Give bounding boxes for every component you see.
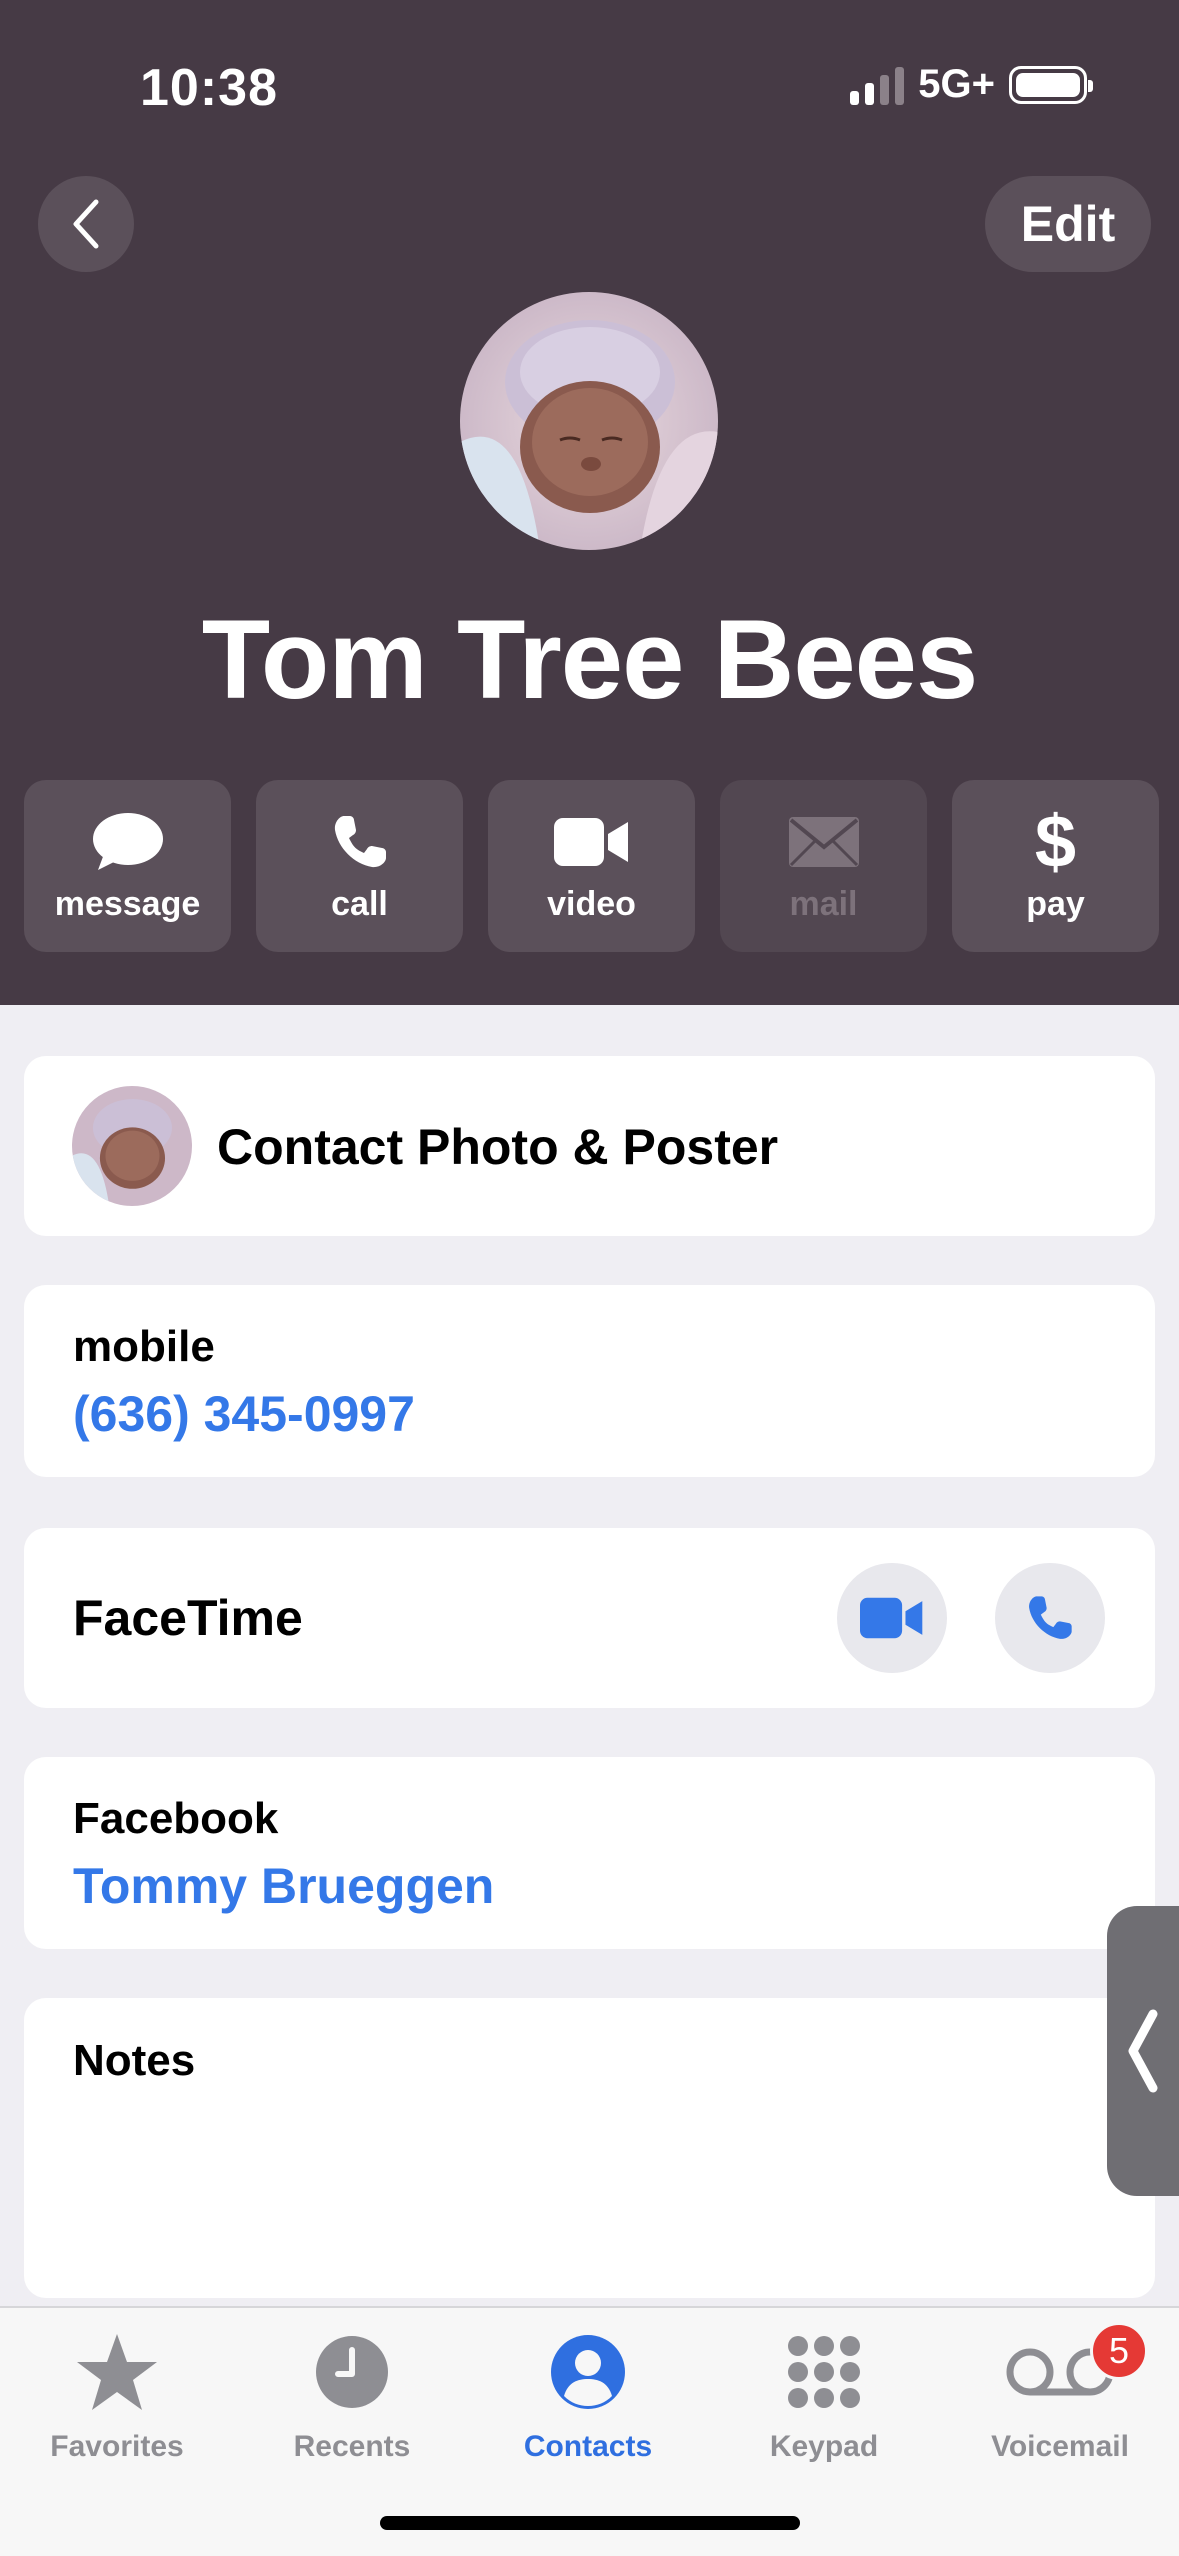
contact-avatar[interactable] (460, 292, 718, 550)
network-type: 5G+ (918, 62, 995, 106)
call-label: call (331, 884, 388, 923)
tab-favorites-label: Favorites (50, 2430, 184, 2463)
poster-thumbnail (72, 1086, 192, 1206)
facebook-profile-link[interactable]: Tommy Brueggen (73, 1857, 494, 1915)
video-camera-icon (860, 1597, 923, 1639)
message-button[interactable]: message (24, 780, 231, 952)
phone-icon (1029, 1596, 1072, 1639)
phone-type-label: mobile (73, 1322, 215, 1371)
video-label: video (547, 884, 636, 923)
contact-name: Tom Tree Bees (201, 597, 978, 722)
tab-keypad-label: Keypad (769, 2430, 879, 2463)
facebook-row[interactable]: Facebook Tommy Brueggen (24, 1757, 1155, 1949)
poster-label: Contact Photo & Poster (217, 1119, 779, 1175)
tab-contacts-label: Contacts (523, 2430, 653, 2463)
phone-icon (334, 815, 386, 867)
status-time: 10:38 (140, 59, 278, 117)
keypad-icon (788, 2336, 860, 2408)
cellular-signal-icon (850, 65, 905, 105)
video-button[interactable]: video (488, 780, 695, 952)
pay-button[interactable]: $ pay (952, 780, 1159, 952)
tab-voicemail-label: Voicemail (991, 2430, 1129, 2463)
facetime-audio-button[interactable] (995, 1563, 1105, 1673)
quick-actions: message call video mail $ pay (24, 780, 1159, 952)
message-label: message (54, 884, 201, 923)
phone-number-row[interactable]: mobile (636) 345-0997 (24, 1285, 1155, 1477)
back-button[interactable] (38, 176, 134, 272)
tab-favorites[interactable]: Favorites (17, 2332, 217, 2464)
edit-button[interactable]: Edit (985, 176, 1151, 272)
facetime-row: FaceTime (24, 1528, 1155, 1708)
video-camera-icon (553, 817, 628, 866)
facetime-label: FaceTime (73, 1590, 303, 1646)
chevron-left-icon (1128, 2009, 1158, 2093)
phone-number[interactable]: (636) 345-0997 (73, 1385, 415, 1443)
notes-label: Notes (73, 2036, 196, 2085)
tab-contacts[interactable]: Contacts (488, 2332, 688, 2464)
tab-recents[interactable]: Recents (252, 2332, 452, 2464)
tab-recents-label: Recents (293, 2430, 411, 2463)
facetime-video-button[interactable] (837, 1563, 947, 1673)
clock-icon (316, 2336, 388, 2408)
facebook-label: Facebook (73, 1794, 279, 1843)
battery-icon (1009, 65, 1093, 104)
tab-keypad[interactable]: Keypad (724, 2332, 924, 2464)
contact-header: 10:38 5G+ Edit Tom Tree Bees message cal… (0, 0, 1179, 1005)
star-icon (77, 2334, 157, 2410)
message-bubble-icon (92, 812, 163, 870)
chevron-left-icon (73, 199, 99, 249)
status-indicators: 5G+ (850, 62, 1093, 107)
dollar-icon: $ (1034, 799, 1077, 883)
envelope-icon (788, 816, 859, 867)
home-indicator[interactable] (380, 2516, 800, 2530)
mail-label: mail (789, 884, 858, 923)
contact-photo-poster-row[interactable]: Contact Photo & Poster (24, 1056, 1155, 1236)
call-button[interactable]: call (256, 780, 463, 952)
mail-button[interactable]: mail (720, 780, 927, 952)
tab-voicemail[interactable]: Voicemail 5 (960, 2322, 1160, 2464)
notes-field[interactable]: Notes (24, 1998, 1155, 2298)
pay-label: pay (1026, 884, 1085, 923)
voicemail-badge: 5 (1090, 2322, 1148, 2380)
side-panel-handle[interactable] (1107, 1906, 1179, 2196)
person-circle-icon (551, 2335, 625, 2409)
